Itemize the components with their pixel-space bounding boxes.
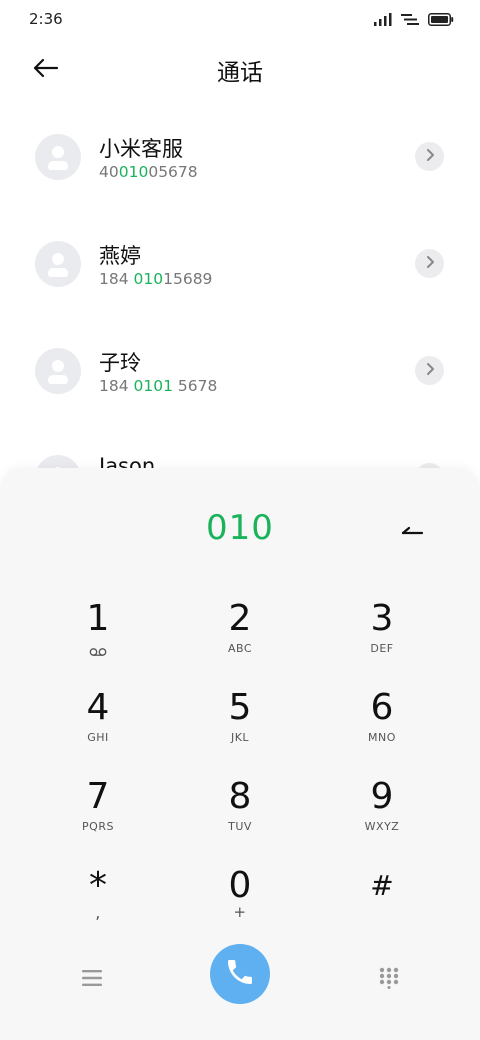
wifi-icon	[401, 11, 419, 30]
key-digit: 2	[228, 598, 252, 639]
backspace-button[interactable]	[394, 512, 430, 548]
key-0[interactable]: 0 +	[180, 865, 300, 947]
contact-name: 燕婷	[99, 244, 141, 268]
contact-number: 184 0101 5678	[99, 377, 218, 395]
phone-icon	[224, 956, 256, 992]
contact-item[interactable]: 子玲 184 0101 5678	[0, 324, 480, 431]
chevron-right-icon	[425, 147, 435, 166]
number-match: 010	[118, 163, 149, 181]
avatar	[35, 134, 81, 180]
key-7[interactable]: 7 PQRS	[38, 776, 158, 858]
contact-number: 4001005678	[99, 163, 198, 181]
avatar	[35, 241, 81, 287]
key-digit: 9	[370, 776, 394, 817]
contact-detail-button[interactable]	[415, 356, 444, 385]
contact-item[interactable]: 燕婷 184 01015689	[0, 217, 480, 324]
signal-icon	[374, 11, 392, 30]
key-3[interactable]: 3 DEF	[322, 598, 442, 680]
key-digit: 4	[86, 687, 110, 728]
contact-item[interactable]: 小米客服 4001005678	[0, 110, 480, 217]
key-letters: +	[233, 903, 247, 921]
contact-name: 小米客服	[99, 137, 183, 161]
key-letters: MNO	[368, 731, 396, 744]
menu-icon	[82, 970, 102, 990]
key-hash[interactable]: #	[322, 865, 442, 947]
key-digit: *	[89, 865, 107, 906]
status-bar: 2:36	[0, 0, 480, 38]
status-icons	[374, 11, 454, 30]
key-digit: 8	[228, 776, 252, 817]
dialpad: 010 1 2 ABC 3 DEF 4 GHI 5 JKL 6 MNO 7 PQ…	[0, 468, 480, 1040]
avatar	[35, 348, 81, 394]
number-match: 0101	[133, 377, 173, 395]
dialpad-toggle-button[interactable]	[369, 960, 409, 1000]
contact-detail-button[interactable]	[415, 142, 444, 171]
header: 通话	[0, 40, 480, 100]
key-letters: TUV	[228, 820, 252, 833]
key-6[interactable]: 6 MNO	[322, 687, 442, 769]
status-time: 2:36	[29, 10, 63, 28]
page-title: 通话	[217, 60, 263, 86]
chevron-right-icon	[425, 361, 435, 380]
key-digit: 3	[370, 598, 394, 639]
key-letters: PQRS	[82, 820, 114, 833]
key-digit: 7	[86, 776, 110, 817]
key-digit: #	[370, 869, 394, 902]
key-letters: DEF	[370, 642, 394, 655]
key-2[interactable]: 2 ABC	[180, 598, 300, 680]
key-letters: WXYZ	[364, 820, 400, 833]
key-5[interactable]: 5 JKL	[180, 687, 300, 769]
dialpad-action-bar	[0, 944, 480, 1014]
contact-name: 子玲	[99, 351, 141, 375]
call-button[interactable]	[210, 944, 270, 1004]
key-letters: JKL	[230, 731, 250, 744]
key-star[interactable]: * ,	[38, 865, 158, 947]
contact-number: 184 01015689	[99, 270, 213, 288]
key-digit: 1	[86, 598, 110, 639]
dialpad-icon	[379, 967, 399, 993]
key-1[interactable]: 1	[38, 598, 158, 680]
key-digit: 5	[228, 687, 252, 728]
voicemail-icon	[89, 642, 107, 661]
key-digit: 0	[228, 865, 252, 906]
key-4[interactable]: 4 GHI	[38, 687, 158, 769]
battery-icon	[428, 11, 454, 30]
number-match: 010	[133, 270, 164, 288]
key-letters: ABC	[227, 642, 253, 655]
menu-button[interactable]	[72, 960, 112, 1000]
chevron-right-icon	[425, 254, 435, 273]
key-letters: GHI	[87, 731, 109, 744]
key-8[interactable]: 8 TUV	[180, 776, 300, 858]
key-9[interactable]: 9 WXYZ	[322, 776, 442, 858]
contact-detail-button[interactable]	[415, 249, 444, 278]
key-letters: ,	[95, 903, 101, 922]
backspace-icon	[400, 521, 424, 540]
key-digit: 6	[370, 687, 394, 728]
